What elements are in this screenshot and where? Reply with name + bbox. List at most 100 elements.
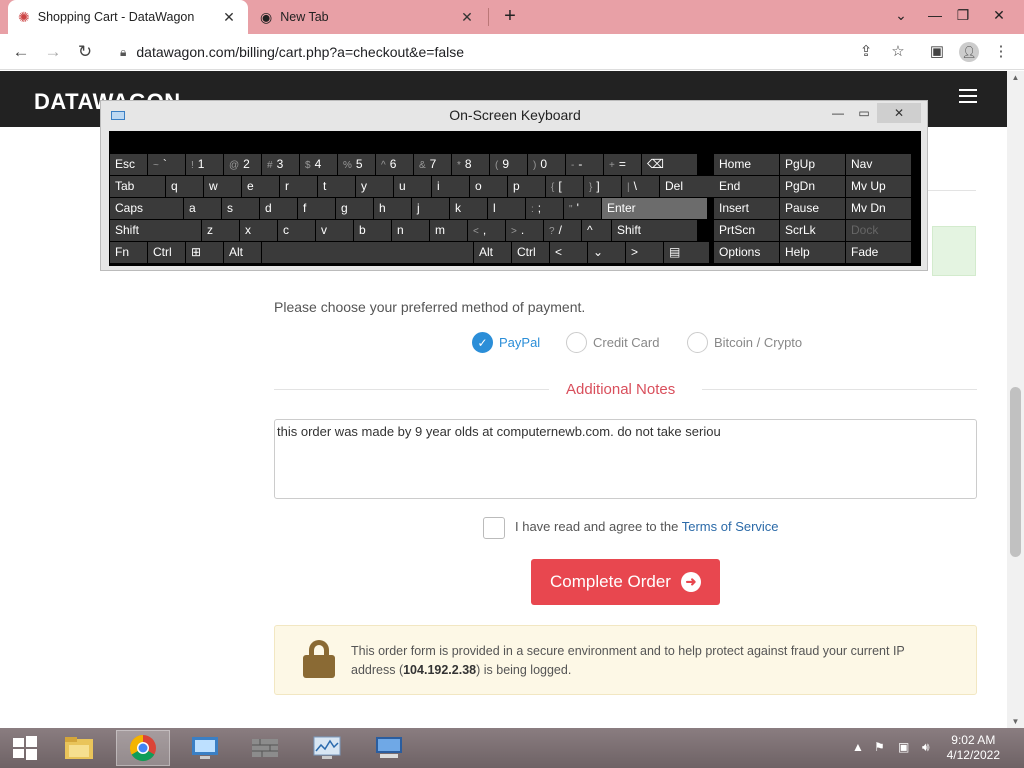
volume-icon[interactable]: 🔊︎ <box>922 740 930 755</box>
osk-key-t[interactable]: t <box>318 176 355 197</box>
additional-notes-textarea[interactable]: this order was made by 9 year olds at co… <box>274 419 977 499</box>
osk-key-caps[interactable]: Caps <box>110 198 183 219</box>
osk-key-key0-12[interactable]: -- <box>566 154 603 175</box>
osk-key-w[interactable]: w <box>204 176 241 197</box>
osk-key-key1-13[interactable]: | \ <box>622 176 659 197</box>
close-window-icon[interactable]: ✕ <box>982 0 1016 30</box>
osk-key-key2-10[interactable]: :; <box>526 198 563 219</box>
start-button-windows-icon[interactable] <box>0 730 50 766</box>
menu-kebab-icon[interactable]: ⋮ <box>988 39 1014 65</box>
osk-key-z[interactable]: z <box>202 220 239 241</box>
osk-key-p[interactable]: p <box>508 176 545 197</box>
osk-key-options[interactable]: Options <box>714 242 779 263</box>
osk-key-h[interactable]: h <box>374 198 411 219</box>
radio-unchecked-icon[interactable] <box>687 331 708 353</box>
osk-key-key4-9[interactable]: > <box>626 242 663 263</box>
osk-key-prtscn[interactable]: PrtScn <box>714 220 779 241</box>
osk-key-o[interactable]: o <box>470 176 507 197</box>
remote-desktop-icon[interactable] <box>362 730 416 766</box>
performance-monitor-icon[interactable] <box>300 730 354 766</box>
osk-key-c[interactable]: c <box>278 220 315 241</box>
osk-maximize-icon[interactable]: ▭ <box>849 103 879 123</box>
osk-key-key0-1[interactable]: ~ ` <box>148 154 185 175</box>
osk-key-b[interactable]: b <box>354 220 391 241</box>
osk-key-pgdn[interactable]: PgDn <box>780 176 845 197</box>
osk-key-alt[interactable]: Alt <box>474 242 511 263</box>
osk-key-key2-11[interactable]: " ' <box>564 198 601 219</box>
osk-key-del[interactable]: Del <box>660 176 715 197</box>
osk-key-y[interactable]: y <box>356 176 393 197</box>
osk-key-key3-11[interactable]: ^ <box>582 220 611 241</box>
osk-key-end[interactable]: End <box>714 176 779 197</box>
osk-key-6[interactable]: ^ 6 <box>376 154 413 175</box>
osk-key-dock[interactable]: Dock <box>846 220 911 241</box>
osk-key-3[interactable]: #3 <box>262 154 299 175</box>
osk-key-fn[interactable]: Fn <box>110 242 147 263</box>
payment-option-bitcoin[interactable]: Bitcoin / Crypto <box>687 331 802 353</box>
scroll-down-icon[interactable]: ▼ <box>1007 717 1024 726</box>
osk-key-g[interactable]: g <box>336 198 373 219</box>
osk-key-tab[interactable]: Tab <box>110 176 165 197</box>
scroll-up-icon[interactable]: ▲ <box>1007 73 1024 82</box>
osk-key-pause[interactable]: Pause <box>780 198 845 219</box>
osk-key-m[interactable]: m <box>430 220 467 241</box>
osk-key-1[interactable]: ! 1 <box>186 154 223 175</box>
tab-search-chevron-icon[interactable]: ⌄ <box>884 0 918 30</box>
osk-key-5[interactable]: % 5 <box>338 154 375 175</box>
osk-key-0[interactable]: ) 0 <box>528 154 565 175</box>
tab-new-tab[interactable]: ◉ New Tab ✕ <box>250 0 486 34</box>
osk-key-key3-10[interactable]: ? / <box>544 220 581 241</box>
osk-key-e[interactable]: e <box>242 176 279 197</box>
osk-key-scrlk[interactable]: ScrLk <box>780 220 845 241</box>
osk-key-shift[interactable]: Shift <box>110 220 201 241</box>
hamburger-menu-icon[interactable] <box>959 89 977 103</box>
osk-key-ctrl[interactable]: Ctrl <box>148 242 185 263</box>
osk-key-8[interactable]: * 8 <box>452 154 489 175</box>
chrome-icon[interactable] <box>116 730 170 766</box>
reload-icon[interactable]: ↻ <box>72 39 98 65</box>
url-text[interactable]: datawagon.com/billing/cart.php?a=checkou… <box>136 44 464 60</box>
network-icon[interactable]: ▣ <box>898 740 909 754</box>
osk-key-key1-12[interactable]: }] <box>584 176 621 197</box>
osk-key-k[interactable]: k <box>450 198 487 219</box>
osk-key-help[interactable]: Help <box>780 242 845 263</box>
osk-key-key3-8[interactable]: <, <box>468 220 505 241</box>
radio-checked-icon[interactable]: ✓ <box>472 331 493 353</box>
osk-key-i[interactable]: i <box>432 176 469 197</box>
osk-key-pgup[interactable]: PgUp <box>780 154 845 175</box>
payment-option-credit-card[interactable]: Credit Card <box>566 331 659 353</box>
osk-key-fade[interactable]: Fade <box>846 242 911 263</box>
osk-key-key0-13[interactable]: + = <box>604 154 641 175</box>
osk-key-n[interactable]: n <box>392 220 429 241</box>
osk-key-l[interactable]: l <box>488 198 525 219</box>
osk-key-q[interactable]: q <box>166 176 203 197</box>
share-icon[interactable]: ⇪ <box>853 39 879 65</box>
osk-key-x[interactable]: x <box>240 220 277 241</box>
osk-key-ctrl[interactable]: Ctrl <box>512 242 549 263</box>
osk-key-nav[interactable]: Nav <box>846 154 911 175</box>
osk-key-key4-7[interactable]: < <box>550 242 587 263</box>
osk-key-2[interactable]: @2 <box>224 154 261 175</box>
osk-key-4[interactable]: $4 <box>300 154 337 175</box>
system-clock[interactable]: 9:02 AM 4/12/2022 <box>947 733 1000 763</box>
osk-key-key4-2[interactable]: ⊞ <box>186 242 223 263</box>
tab-shopping-cart[interactable]: ✺ Shopping Cart - DataWagon ✕ <box>8 0 248 34</box>
terms-of-service-link[interactable]: Terms of Service <box>682 519 779 534</box>
side-panel-icon[interactable]: ▣ <box>924 39 950 65</box>
scrollbar-thumb[interactable] <box>1010 387 1021 557</box>
tos-checkbox[interactable] <box>483 517 505 539</box>
osk-key-alt[interactable]: Alt <box>224 242 261 263</box>
osk-key-v[interactable]: v <box>316 220 353 241</box>
new-tab-plus-icon[interactable]: + <box>498 5 522 29</box>
action-center-flag-icon[interactable]: ⚑ <box>874 740 885 754</box>
osk-key-a[interactable]: a <box>184 198 221 219</box>
back-arrow-icon[interactable]: ← <box>8 39 34 65</box>
osk-close-icon[interactable]: ✕ <box>877 103 921 123</box>
osk-key-insert[interactable]: Insert <box>714 198 779 219</box>
file-explorer-icon[interactable] <box>52 730 106 766</box>
osk-key-key1-11[interactable]: {[ <box>546 176 583 197</box>
osk-key-mvup[interactable]: Mv Up <box>846 176 911 197</box>
osk-key-7[interactable]: & 7 <box>414 154 451 175</box>
osk-key-f[interactable]: f <box>298 198 335 219</box>
osk-key-key4-10[interactable]: ▤ <box>664 242 709 263</box>
